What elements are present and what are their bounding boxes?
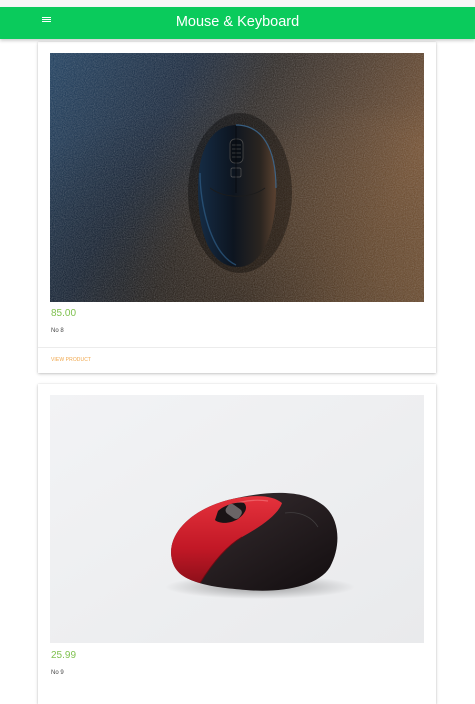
product-price: 25.99 bbox=[51, 650, 77, 661]
product-name: No 9 bbox=[51, 670, 64, 676]
status-bar bbox=[0, 0, 475, 7]
app-toolbar: Mouse & Keyboard bbox=[0, 7, 475, 39]
product-price: 85.00 bbox=[51, 308, 77, 319]
product-card[interactable]: 25.99 No 9 bbox=[38, 384, 436, 704]
view-product-link[interactable]: VIEW PRODUCT bbox=[51, 357, 91, 363]
product-name: No 8 bbox=[51, 328, 64, 334]
page-title: Mouse & Keyboard bbox=[175, 14, 300, 30]
product-card[interactable]: 85.00 No 8 VIEW PRODUCT bbox=[38, 42, 436, 373]
product-image[interactable] bbox=[50, 53, 424, 302]
divider bbox=[38, 347, 436, 348]
product-image[interactable] bbox=[50, 395, 424, 643]
